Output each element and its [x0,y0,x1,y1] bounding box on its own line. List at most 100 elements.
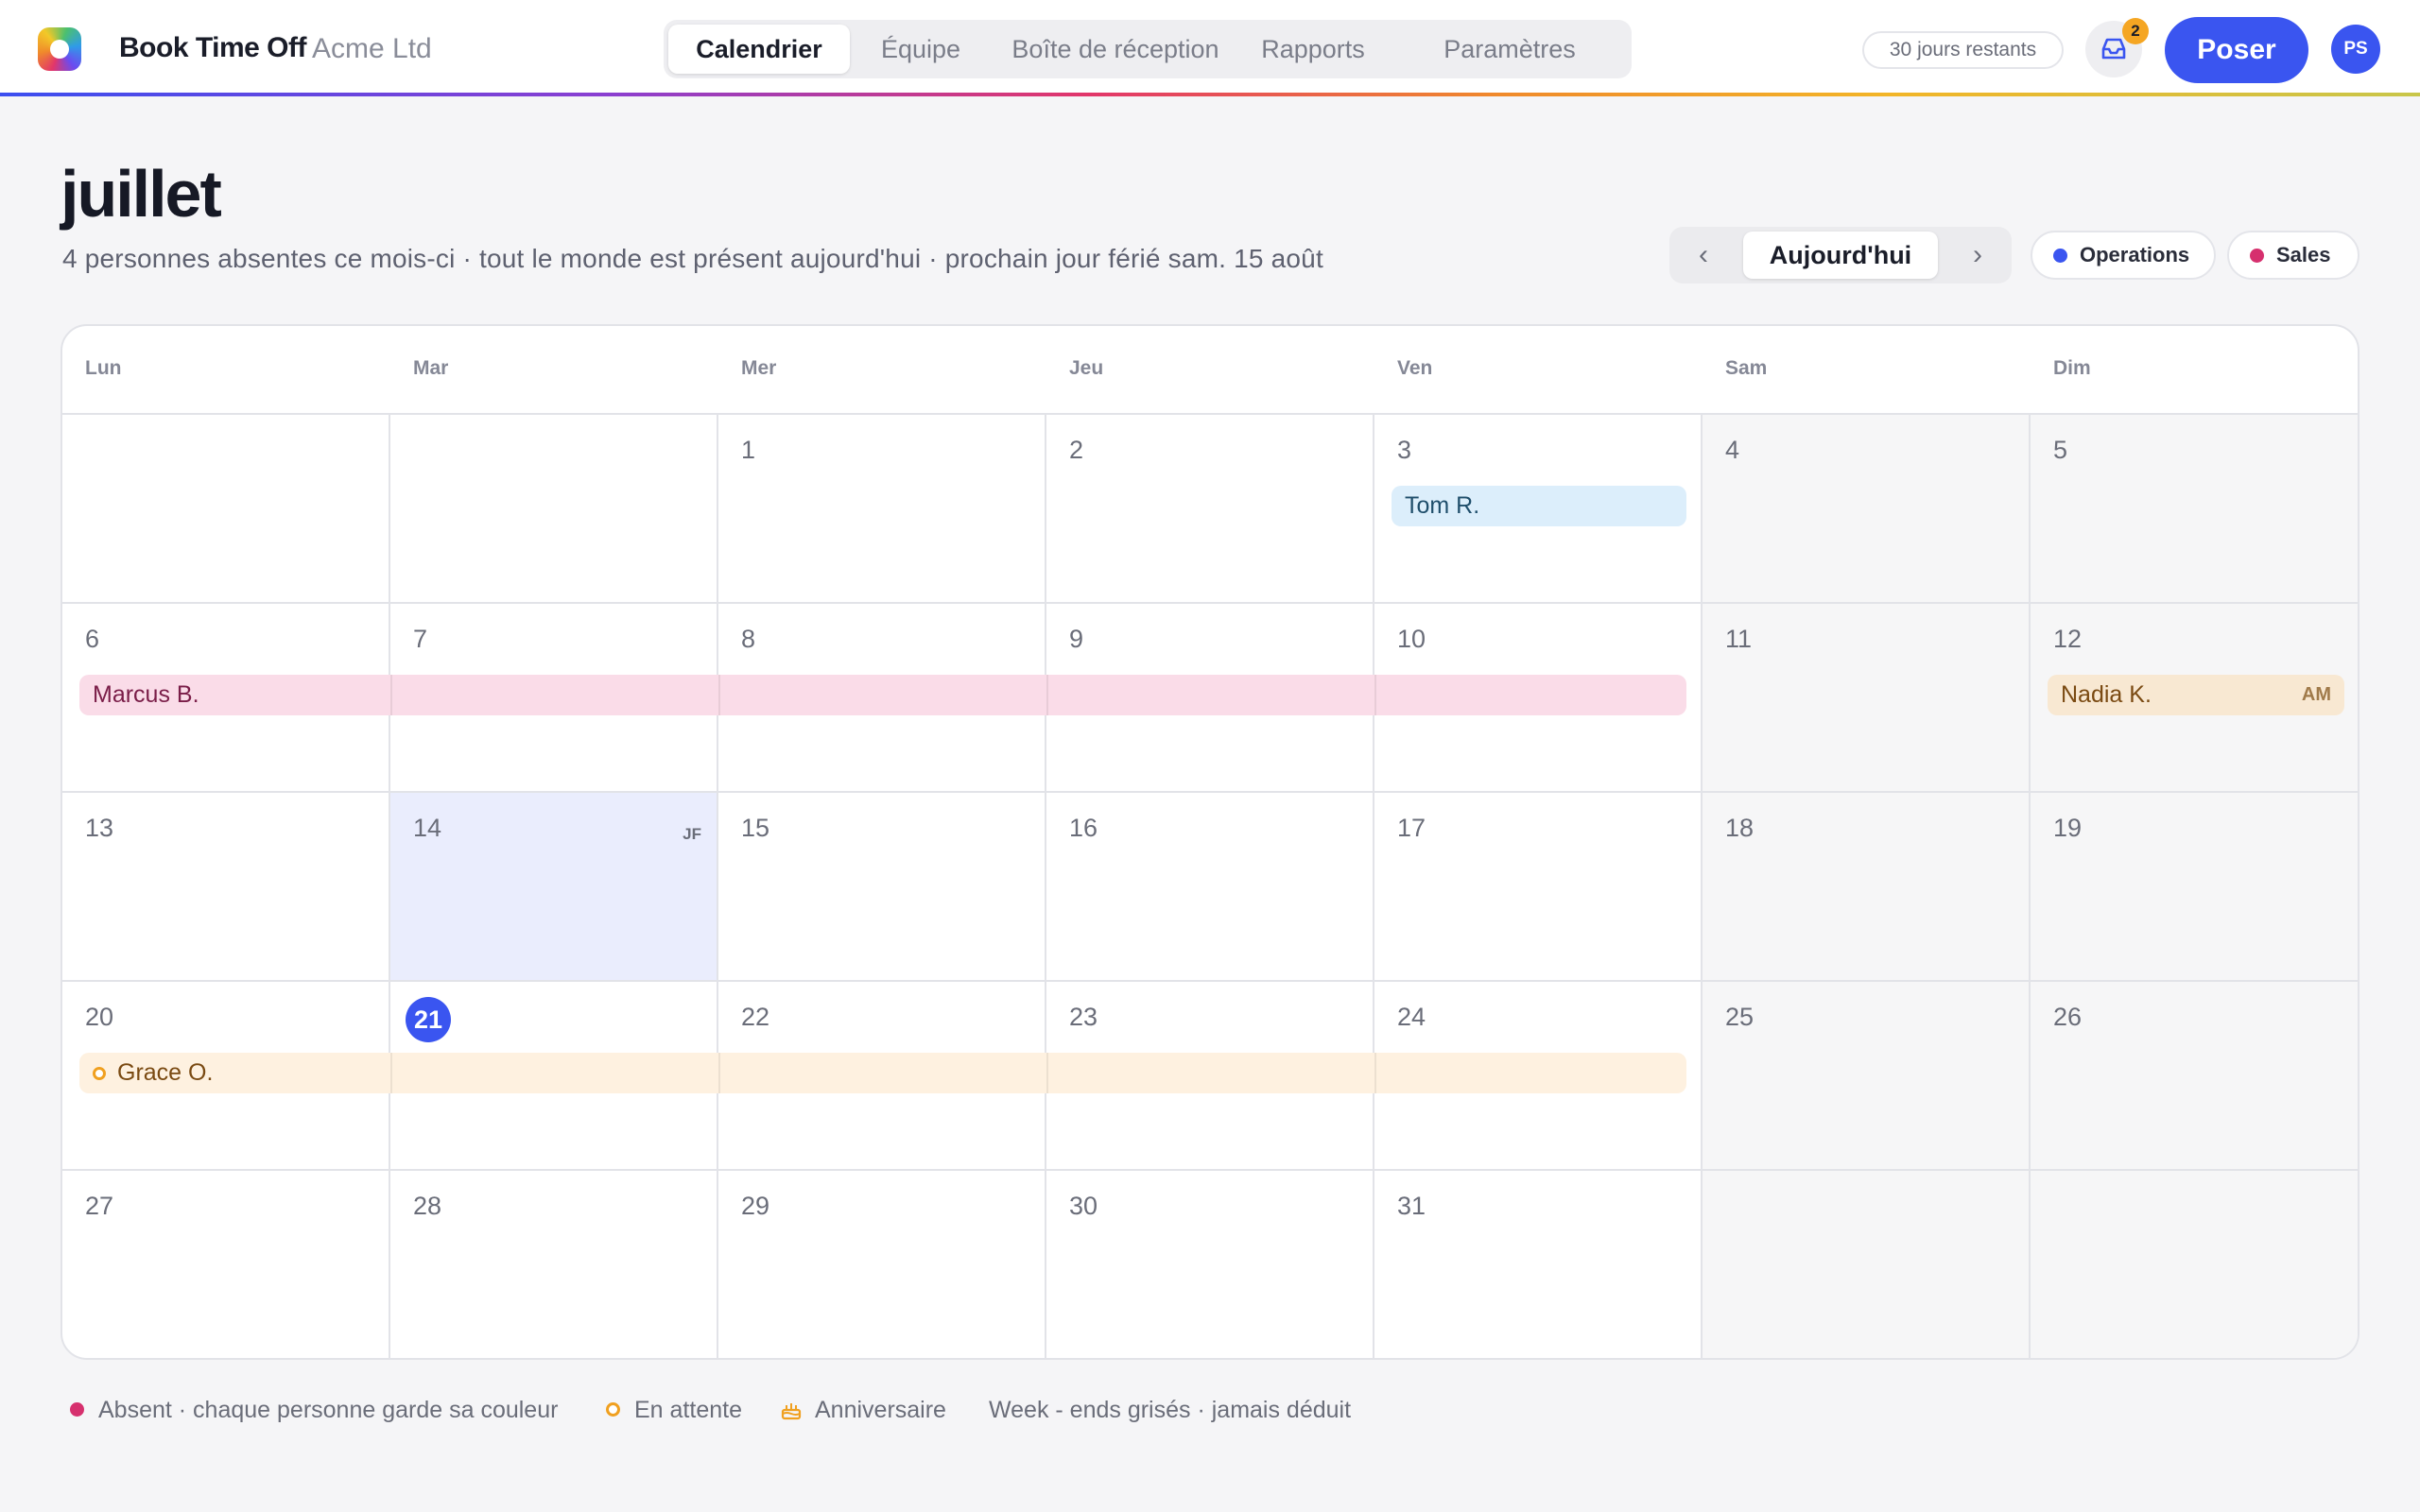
event-label: Nadia K. [2061,681,2152,708]
month-summary: 4 personnes absentes ce mois-ci · tout l… [62,244,1323,273]
request-time-off-button[interactable]: Poser [2165,17,2308,83]
pending-ring-icon [93,1067,106,1080]
day-cell[interactable]: 1 [718,415,1046,604]
day-divider [718,1053,720,1093]
page-title: juillet [60,157,222,231]
operations-dot-icon [2053,249,2067,263]
filter-sales[interactable]: Sales [2227,231,2360,280]
day-cell[interactable]: 29 [718,1171,1046,1358]
absence-event-tom[interactable]: Tom R. [1392,486,1686,526]
day-number: 25 [1725,1003,1754,1031]
day-number: 31 [1397,1192,1426,1220]
main-nav: Calendrier Équipe Boîte de réception Rap… [664,20,1632,78]
day-cell[interactable]: 28 [390,1171,718,1358]
day-cell[interactable]: 30 [1046,1171,1374,1358]
day-number: 22 [741,1003,770,1031]
event-label: Grace O. [117,1059,214,1086]
filter-operations[interactable]: Operations [2031,231,2216,280]
month-pager: ‹ Aujourd'hui › [1669,227,2012,284]
event-label: Marcus B. [93,681,199,708]
day-number: 11 [1725,625,1753,653]
absence-event-marcus[interactable]: Marcus B. [79,675,1686,715]
day-number: 3 [1397,436,1412,464]
day-number: 10 [1397,625,1426,653]
day-number: 26 [2053,1003,2083,1031]
day-number: 28 [413,1192,442,1220]
day-number: 6 [85,625,100,653]
holiday-tag: JF [683,825,701,843]
tab-calendar[interactable]: Calendrier [668,25,850,74]
day-cell-weekend[interactable]: 18 [1703,793,2031,982]
day-divider [1046,675,1048,715]
inbox-icon [2101,38,2126,60]
brand-gradient-bar [0,93,2420,96]
legend-absent: Absent · chaque personne garde sa couleu… [98,1397,559,1423]
day-number: 14 [413,814,442,842]
day-cell-empty [62,415,390,604]
day-divider [390,675,392,715]
day-number: 24 [1397,1003,1426,1031]
day-divider [718,675,720,715]
tab-inbox[interactable]: Boîte de réception [994,25,1236,74]
weekday-header: Mar [413,357,449,379]
absent-dot-icon [70,1402,84,1417]
day-cell[interactable]: 15 [718,793,1046,982]
org-name: Acme Ltd [312,33,432,64]
day-cell[interactable]: 16 [1046,793,1374,982]
month-calendar: Lun Mar Mer Jeu Ven Sam Dim 1 2 3 4 5 6 … [60,324,2360,1360]
day-cell-empty [2031,1171,2358,1358]
day-cell-weekend[interactable]: 19 [2031,793,2358,982]
next-month-button[interactable]: › [1944,227,2012,284]
day-number: 5 [2053,436,2068,464]
legend-weekends: Week - ends grisés · jamais déduit [989,1397,1352,1423]
user-avatar[interactable]: PS [2331,25,2380,74]
day-cell-empty [390,415,718,604]
pending-event-grace[interactable]: Grace O. [79,1053,1686,1093]
day-number: 30 [1069,1192,1098,1220]
absence-event-nadia[interactable]: Nadia K. AM [2048,675,2344,715]
day-number: 20 [85,1003,114,1031]
legend-pending: En attente [634,1397,742,1423]
weekday-header: Jeu [1069,357,1104,379]
day-cell-weekend[interactable]: 4 [1703,415,2031,604]
birthday-cake-icon [781,1403,802,1420]
day-cell-weekend[interactable]: 26 [2031,982,2358,1171]
day-number: 18 [1725,814,1754,842]
today-button[interactable]: Aujourd'hui [1743,232,1938,279]
day-cell-weekend[interactable]: 25 [1703,982,2031,1171]
pending-ring-icon [606,1402,620,1417]
day-cell[interactable]: 13 [62,793,390,982]
half-day-tag: AM [2301,684,2331,705]
day-cell[interactable]: 31 [1374,1171,1703,1358]
weekday-header: Sam [1725,357,1768,379]
prev-month-button[interactable]: ‹ [1669,227,1737,284]
day-cell[interactable]: 27 [62,1171,390,1358]
day-number: 8 [741,625,756,653]
weekday-header: Ven [1397,357,1433,379]
day-cell-weekend[interactable]: 5 [2031,415,2358,604]
filter-label: Operations [2080,243,2190,266]
app-logo-icon [38,27,81,71]
day-number: 23 [1069,1003,1098,1031]
event-label: Tom R. [1405,492,1480,519]
day-cell-weekend[interactable]: 11 [1703,604,2031,793]
tab-team[interactable]: Équipe [855,25,987,74]
day-cell[interactable]: 2 [1046,415,1374,604]
day-number: 4 [1725,436,1740,464]
inbox-count-badge: 2 [2122,18,2149,44]
day-number: 13 [85,814,114,842]
day-number: 16 [1069,814,1098,842]
day-number: 17 [1397,814,1426,842]
day-divider [1374,1053,1376,1093]
day-number: 29 [741,1192,770,1220]
day-cell[interactable]: 17 [1374,793,1703,982]
day-number: 27 [85,1192,114,1220]
app-title: Book Time Off [119,32,306,63]
day-cell-holiday[interactable]: 14 JF [390,793,718,982]
weekday-header: Mer [741,357,777,379]
day-divider [1374,675,1376,715]
tab-reports[interactable]: Rapports [1242,25,1384,74]
top-bar: Book Time Off Acme Ltd Calendrier Équipe… [0,0,2420,96]
day-number: 19 [2053,814,2083,842]
tab-settings[interactable]: Paramètres [1392,25,1628,74]
